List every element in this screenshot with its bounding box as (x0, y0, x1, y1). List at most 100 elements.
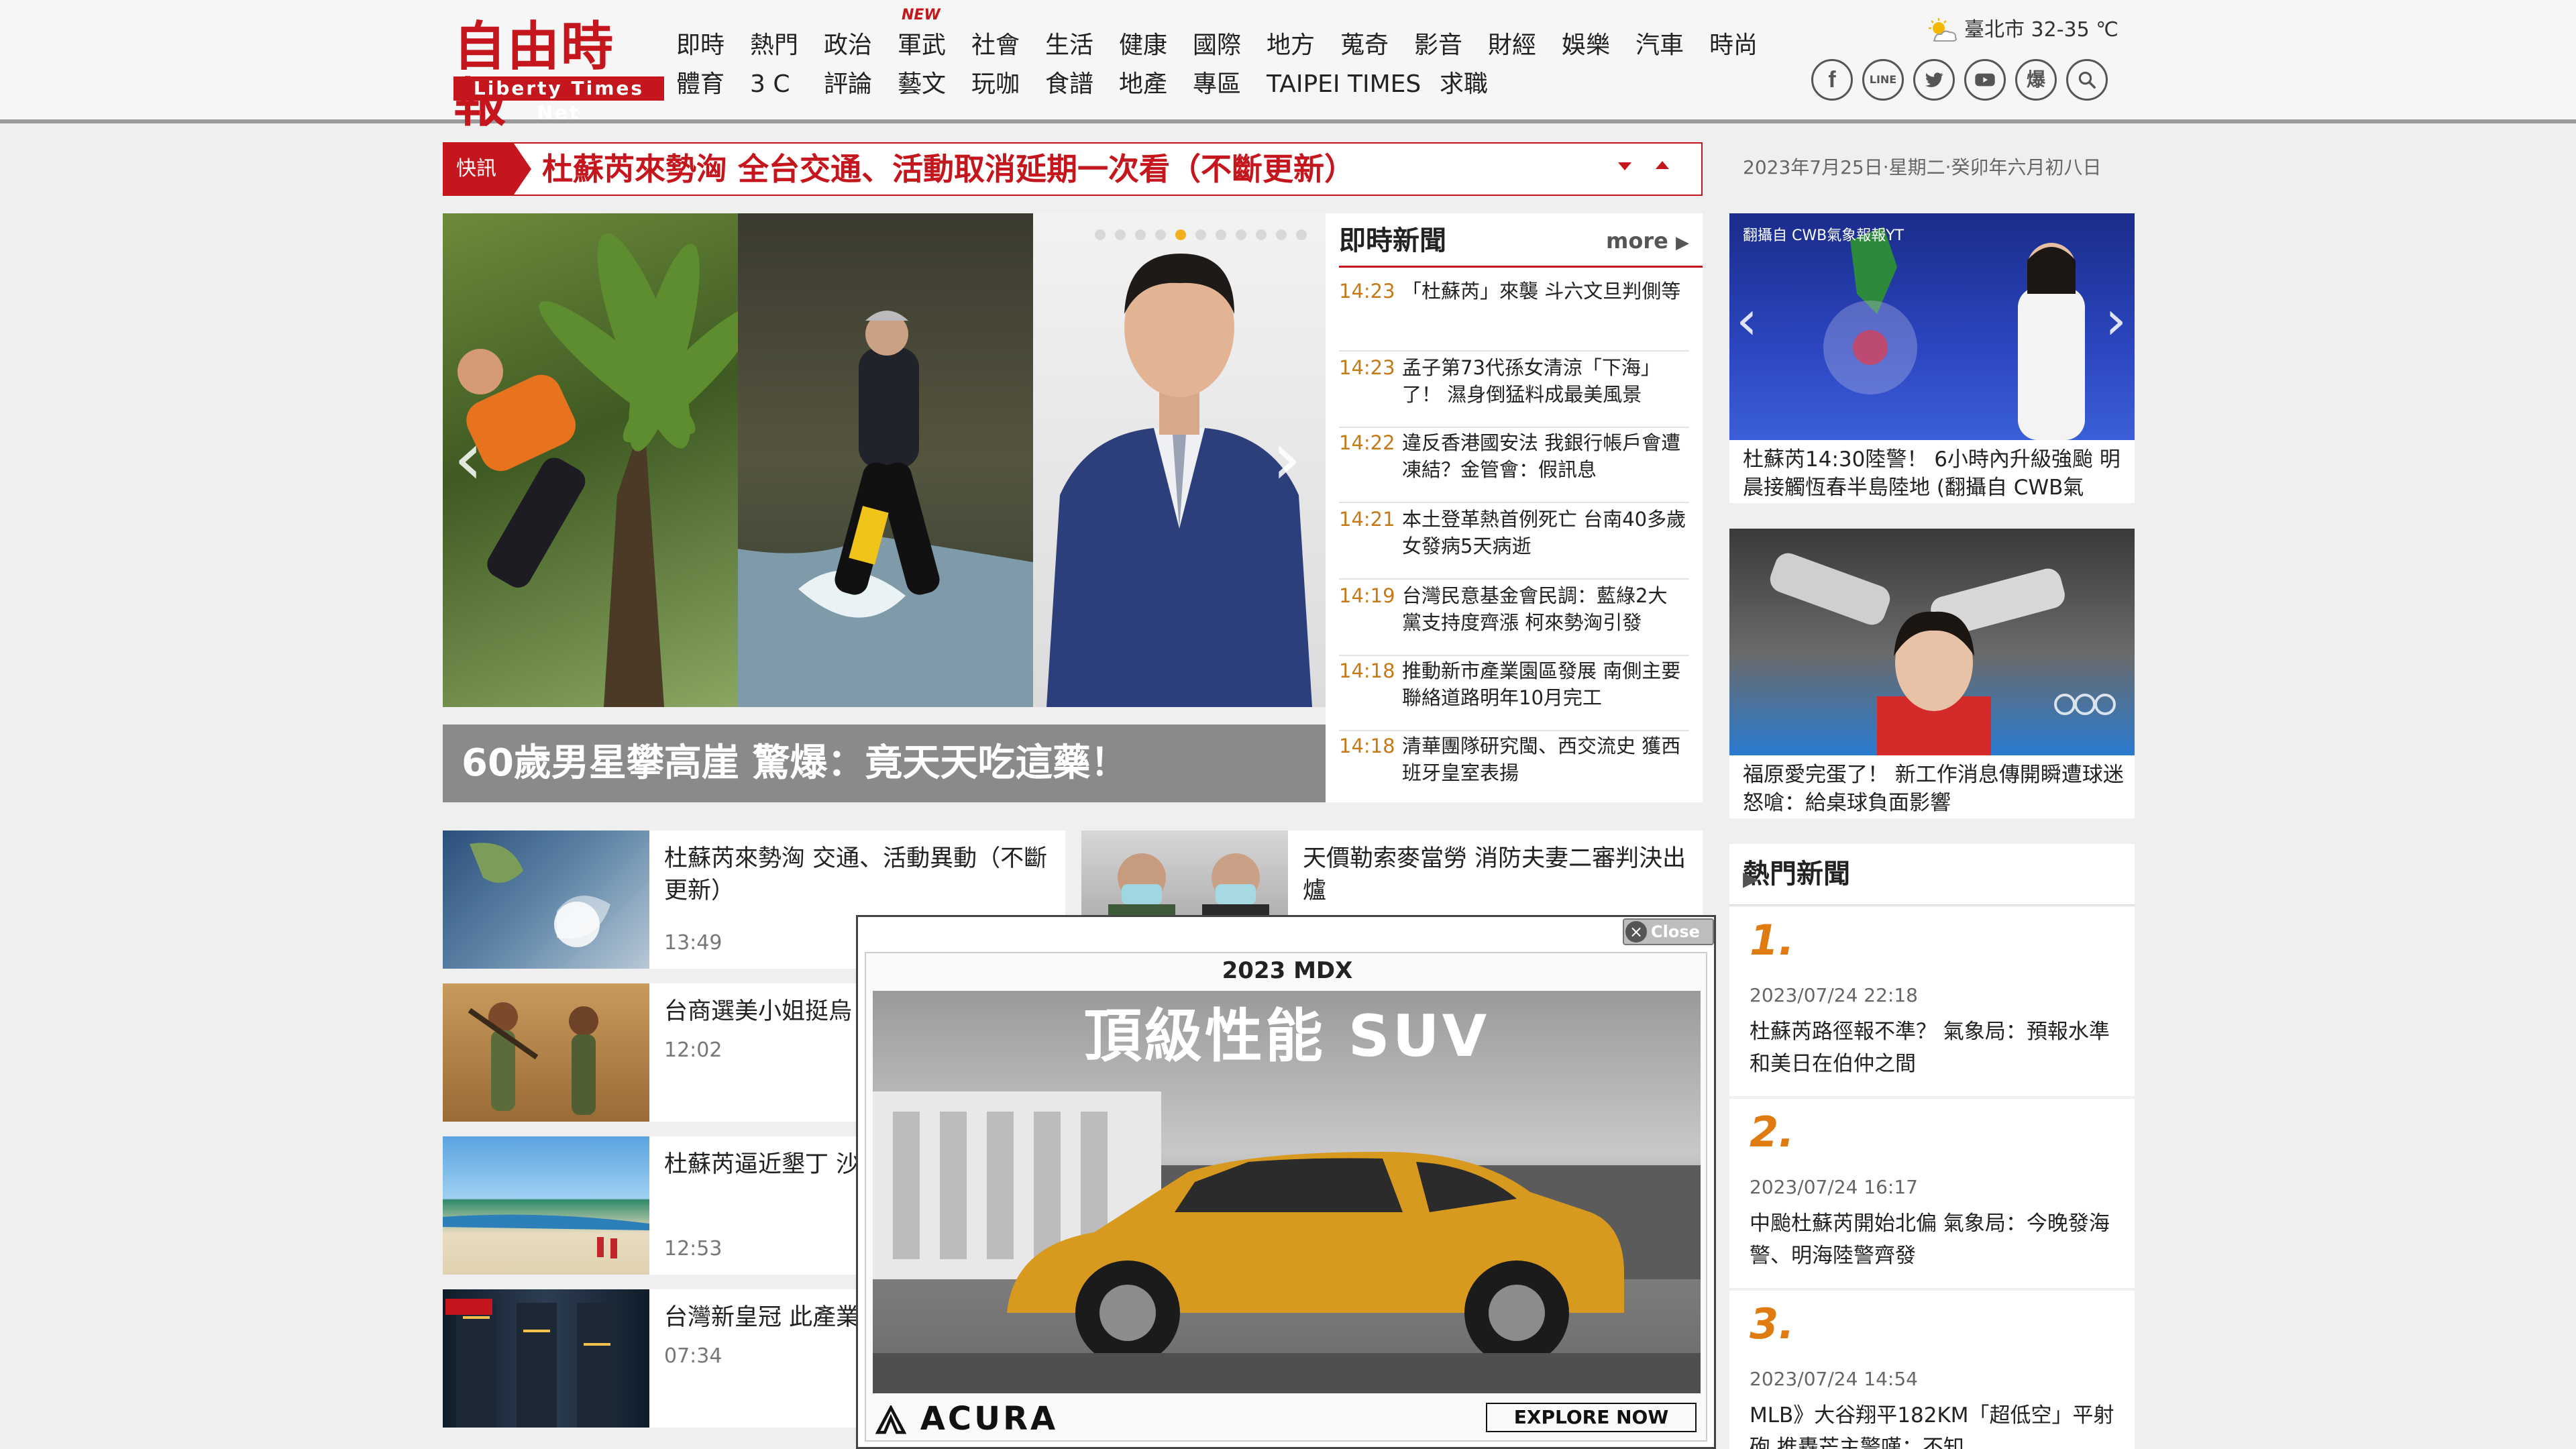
hot-news-item[interactable]: 2. 2023/07/24 16:17 中颱杜蘇芮開始北偏 氣象局：今晚發海警、… (1729, 1099, 2135, 1288)
more-link[interactable]: more ▶ (1606, 225, 1689, 258)
card-time: 07:34 (664, 1344, 722, 1368)
news-time: 14:21 (1339, 508, 1395, 531)
chevron-left-icon[interactable]: ‹ (453, 421, 483, 495)
divider (1339, 266, 1703, 268)
carousel-dot[interactable] (1155, 229, 1166, 240)
twitter-icon[interactable] (1913, 59, 1955, 101)
card-time: 13:49 (664, 931, 722, 955)
hot-rank: 3. (1750, 1299, 1794, 1348)
nav-item-special[interactable]: 專區 (1193, 70, 1241, 99)
hot-news-header[interactable]: 熱門新聞 ▶ (1729, 844, 2135, 906)
carousel-dot[interactable] (1296, 229, 1307, 240)
nav-item-life[interactable]: 生活 (1045, 31, 1093, 60)
ad-overlay[interactable]: × Close 2023 MDX 頂級性能 SUV ACURA EXPLORE … (856, 915, 1716, 1449)
chevron-right-icon[interactable]: › (2105, 294, 2127, 347)
women-illustration (468, 1002, 598, 1115)
carousel-dot[interactable] (1195, 229, 1206, 240)
triangle-right-icon: ▶ (1676, 233, 1689, 253)
video-news-caption: 杜蘇芮14:30陸警！ 6小時內升級強颱 明晨接觸恆春半島陸地 (翻攝自 CWB… (1743, 447, 2121, 500)
hero-caption[interactable]: 60歲男星攀高崖 驚爆：竟天天吃這藥！ (443, 724, 1326, 802)
carousel-dot[interactable] (1135, 229, 1146, 240)
breaking-news-bar[interactable]: 快訊 杜蘇芮來勢洶 全台交通、活動取消延期一次看（不斷更新） (443, 142, 1703, 196)
nav-item-local[interactable]: 地方 (1267, 31, 1315, 60)
ad-close-button[interactable]: × Close (1623, 918, 1714, 945)
carousel-dot[interactable] (1256, 229, 1267, 240)
ad-cta-button[interactable]: EXPLORE NOW (1486, 1403, 1697, 1432)
ad-model-name: 2023 MDX (1222, 957, 1353, 984)
latest-news-row[interactable]: 14:23 孟子第73代孫女清涼「下海」了！ 濕身倒猛料成最美風景 (1339, 352, 1689, 428)
site-logo[interactable]: 自由時報 Liberty Times Net (453, 19, 664, 131)
nav-item-military[interactable]: 軍武 (898, 31, 946, 60)
nav-item-recipes[interactable]: 食譜 (1045, 70, 1093, 99)
ad-car-photo: 頂級性能 SUV (873, 991, 1701, 1393)
breaking-headline[interactable]: 杜蘇芮來勢洶 全台交通、活動取消延期一次看（不斷更新） (542, 144, 1355, 195)
search-icon[interactable] (2066, 59, 2108, 101)
bird-icon (1925, 72, 1943, 87)
carousel-dot[interactable] (1216, 229, 1226, 240)
latest-news-title: 即時新聞 (1339, 225, 1446, 256)
nav-item-jobs[interactable]: 求職 (1440, 70, 1488, 99)
nav-item-realtime[interactable]: 即時 (676, 31, 724, 60)
news-time: 14:23 (1339, 280, 1395, 303)
video-news-box[interactable]: 翻攝自 CWB氣象報報YT ‹ › 杜蘇芮14:30陸警！ 6小時內升級強颱 明… (1729, 213, 2135, 503)
beach-thumbnail (443, 1136, 649, 1275)
nav-item-3c[interactable]: 3 C (750, 70, 790, 99)
latest-news-row[interactable]: 14:22 違反香港國安法 我銀行帳戶會遭凍結？金管會：假訊息 (1339, 427, 1689, 503)
weather-text: 臺北市 32-35 ℃ (1964, 18, 2118, 42)
pageant-thumbnail (443, 983, 649, 1122)
featured-news-caption: 福原愛完蛋了！ 新工作消息傳開瞬遭球迷怒嗆：給桌球負面影響 (1743, 763, 2124, 815)
news-time: 14:18 (1339, 659, 1395, 682)
carousel-dot[interactable] (1095, 229, 1106, 240)
carousel-dot[interactable] (1276, 229, 1287, 240)
nav-item-taipei-times[interactable]: TAIPEI TIMES (1267, 70, 1421, 99)
nav-item-video[interactable]: 影音 (1414, 31, 1462, 60)
latest-news-row[interactable]: 14:18 推動新市產業園區發展 南側主要聯絡道路明年10月完工 (1339, 655, 1689, 731)
hot-news-panel: 熱門新聞 ▶ 1. 2023/07/24 22:18 杜蘇芮路徑報不準？ 氣象局… (1729, 844, 2135, 1449)
carousel-dot-active[interactable] (1175, 229, 1186, 240)
nav-item-sports[interactable]: 體育 (676, 70, 724, 99)
latest-news-row[interactable]: 14:18 清華團隊研究閩、西交流史 獲西班牙皇室表揚 (1339, 730, 1689, 805)
ad-creative[interactable]: 2023 MDX 頂級性能 SUV ACURA EXPLORE NOW (865, 952, 1707, 1442)
nav-item-society[interactable]: 社會 (971, 31, 1020, 60)
nav-item-auto[interactable]: 汽車 (1635, 31, 1684, 60)
hot-timestamp: 2023/07/24 14:54 (1750, 1368, 1918, 1390)
arrow-up-icon[interactable] (1656, 161, 1669, 169)
nav-item-odd[interactable]: 蒐奇 (1340, 31, 1389, 60)
nav-item-estate[interactable]: 地產 (1119, 70, 1167, 99)
nav-item-entertainment[interactable]: 娛樂 (1562, 31, 1610, 60)
arrow-down-icon[interactable] (1618, 162, 1631, 170)
news-title: 違反香港國安法 我銀行帳戶會遭凍結？金管會：假訊息 (1402, 431, 1681, 481)
nav-item-finance[interactable]: 財經 (1488, 31, 1536, 60)
nav-item-world[interactable]: 國際 (1193, 31, 1241, 60)
youtube-icon[interactable] (1964, 59, 2006, 101)
hot-news-item[interactable]: 3. 2023/07/24 14:54 MLB》大谷翔平182KM「超低空」平射… (1729, 1291, 2135, 1449)
nav-item-hot[interactable]: 熱門 (750, 31, 798, 60)
nav-item-arts[interactable]: 藝文 (898, 70, 946, 99)
featured-news-box[interactable]: 福原愛完蛋了！ 新工作消息傳開瞬遭球迷怒嗆：給桌球負面影響 (1729, 529, 2135, 818)
nav-item-health[interactable]: 健康 (1119, 31, 1167, 60)
hot-title: 中颱杜蘇芮開始北偏 氣象局：今晚發海警、明海陸警齊發 (1750, 1212, 2110, 1268)
news-title: 本土登革熱首例死亡 台南40多歲女發病5天病逝 (1402, 508, 1686, 557)
facebook-icon[interactable]: f (1811, 59, 1853, 101)
latest-news-row[interactable]: 14:23 「杜蘇芮」來襲 斗六文旦判側等 (1339, 275, 1689, 352)
chevron-left-icon[interactable]: ‹ (1736, 294, 1758, 347)
latest-news-row[interactable]: 14:19 台灣民意基金會民調：藍綠2大黨支持度齊漲 柯來勢洶引發 (1339, 580, 1689, 656)
datacenter-thumbnail (443, 1289, 649, 1428)
chevron-right-icon[interactable]: › (1272, 421, 1301, 495)
carousel-dot[interactable] (1115, 229, 1126, 240)
typhoon-broadcast-image: 翻攝自 CWB氣象報報YT ‹ › (1729, 213, 2135, 440)
line-icon[interactable]: LINE (1862, 59, 1904, 101)
hot-news-item[interactable]: 1. 2023/07/24 22:18 杜蘇芮路徑報不準？ 氣象局：預報水準和美… (1729, 907, 2135, 1096)
nav-item-opinion[interactable]: 評論 (824, 70, 872, 99)
weather-widget[interactable]: 臺北市 32-35 ℃ (1925, 15, 2118, 46)
nav-item-politics[interactable]: 政治 (824, 31, 872, 60)
beach-illustration (443, 1214, 649, 1258)
card-title: 天價勒索麥當勞 消防夫妻二審判決出爐 (1303, 845, 1686, 904)
nav-item-travel[interactable]: 玩咖 (971, 70, 1020, 99)
hot-news-icon[interactable]: 爆 (2015, 59, 2057, 101)
hero-carousel[interactable]: ‹ › (443, 213, 1326, 707)
latest-news-row[interactable]: 14:21 本土登革熱首例死亡 台南40多歲女發病5天病逝 (1339, 503, 1689, 580)
carousel-dot[interactable] (1236, 229, 1246, 240)
news-title: 台灣民意基金會民調：藍綠2大黨支持度齊漲 柯來勢洶引發 (1402, 584, 1668, 634)
nav-item-fashion[interactable]: 時尚 (1709, 31, 1758, 60)
